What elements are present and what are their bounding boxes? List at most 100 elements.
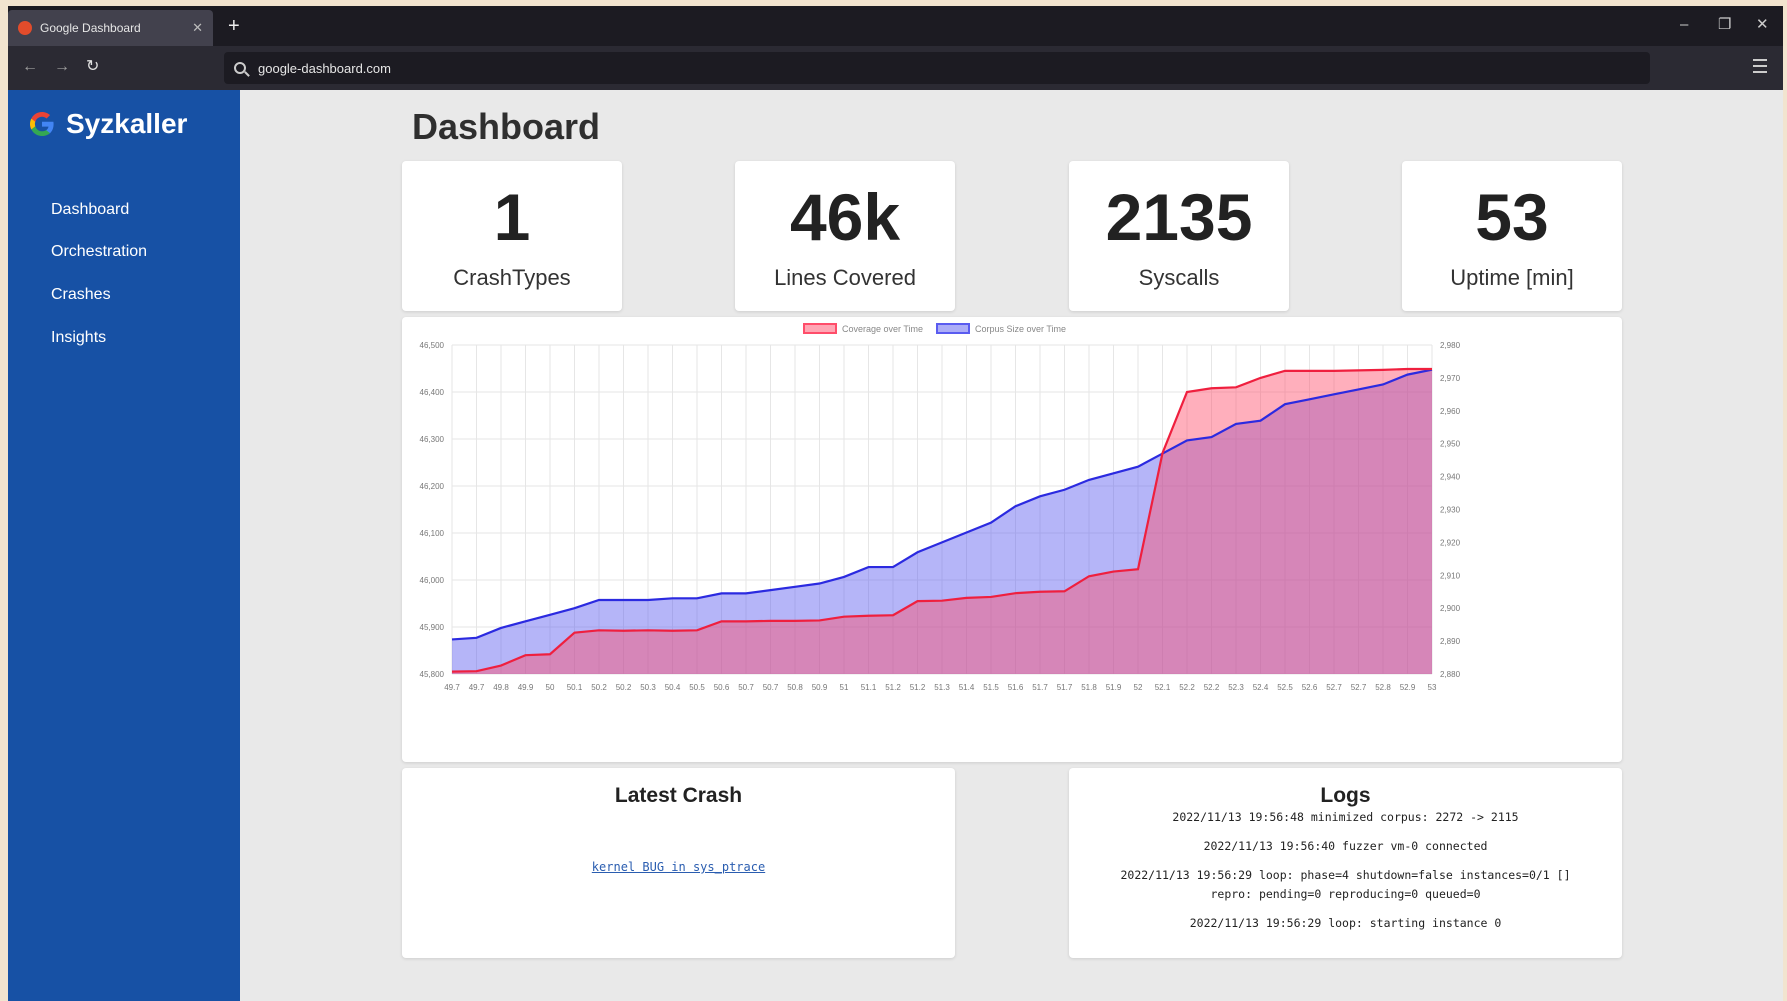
x-tick-label: 50.5 [689, 683, 705, 692]
x-tick-label: 52.2 [1179, 683, 1195, 692]
tab-title: Google Dashboard [40, 21, 141, 35]
stat-value: 53 [1475, 180, 1549, 254]
new-tab-icon[interactable]: + [228, 16, 240, 36]
latest-crash-title: Latest Crash [614, 784, 743, 807]
x-tick-label: 52.6 [1302, 683, 1318, 692]
log-line: 2022/11/13 19:56:40 fuzzer vm-0 connecte… [1203, 839, 1488, 853]
stat-card-syscalls: 2135 Syscalls [1069, 161, 1289, 311]
latest-crash-link[interactable]: kernel BUG in sys_ptrace [592, 860, 765, 874]
stat-value: 46k [789, 180, 901, 254]
y-right-tick-label: 2,970 [1440, 374, 1461, 383]
legend-label: Corpus Size over Time [975, 324, 1066, 334]
logs-title: Logs [1320, 784, 1371, 807]
stat-label: Uptime [min] [1450, 265, 1574, 290]
sidebar-item-insights[interactable]: Insights [51, 329, 106, 347]
brand-name: Syzkaller [66, 108, 188, 139]
x-tick-label: 51.4 [959, 683, 975, 692]
url-text: google-dashboard.com [258, 60, 391, 76]
x-tick-label: 49.7 [444, 683, 460, 692]
browser-tab[interactable]: Google Dashboard ✕ [8, 10, 213, 46]
x-tick-label: 50.4 [665, 683, 681, 692]
stat-label: Syscalls [1138, 265, 1220, 290]
x-tick-label: 49.9 [518, 683, 534, 692]
x-tick-label: 49.7 [469, 683, 485, 692]
y-left-tick-label: 46,000 [420, 576, 445, 585]
forward-icon[interactable]: → [54, 58, 70, 76]
stat-value: 1 [493, 180, 531, 254]
back-icon[interactable]: ← [22, 58, 38, 76]
nav-bar: ← → ↻ google-dashboard.com [8, 46, 1783, 90]
url-bar[interactable]: google-dashboard.com [224, 52, 1650, 84]
x-tick-label: 52.7 [1351, 683, 1367, 692]
x-tick-label: 50 [546, 683, 555, 692]
y-right-tick-label: 2,980 [1440, 341, 1461, 350]
legend-swatch [803, 323, 837, 334]
browser-window: Google Dashboard ✕ + – ❐ ✕ ← → ↻ google-… [8, 6, 1783, 1001]
x-tick-label: 51.1 [861, 683, 877, 692]
x-tick-label: 52.1 [1155, 683, 1171, 692]
x-tick-label: 52.4 [1253, 683, 1269, 692]
tab-close-icon[interactable]: ✕ [192, 20, 203, 36]
sidebar: Syzkaller Dashboard Orchestration Crashe… [8, 90, 240, 1001]
reload-icon[interactable]: ↻ [86, 58, 99, 76]
y-left-tick-label: 45,800 [420, 670, 445, 679]
x-tick-label: 50.2 [616, 683, 632, 692]
x-tick-label: 49.8 [493, 683, 509, 692]
stat-label: CrashTypes [453, 265, 571, 290]
y-right-tick-label: 2,960 [1440, 407, 1461, 416]
restore-icon[interactable]: ❐ [1718, 16, 1731, 34]
coverage-chart: 45,800 45,900 46,000 46,100 46,200 46,300 46,4… [420, 323, 1461, 692]
y-left-tick-label: 46,300 [420, 435, 445, 444]
y-left-tick-label: 46,100 [420, 529, 445, 538]
y-left-tick-label: 46,400 [420, 388, 445, 397]
google-logo-icon [30, 112, 54, 136]
y-left-tick-label: 45,900 [420, 623, 445, 632]
y-right-tick-label: 2,890 [1440, 637, 1461, 646]
x-tick-label: 50.8 [787, 683, 803, 692]
stat-card-uptime: 53 Uptime [min] [1402, 161, 1622, 311]
y-right-tick-label: 2,880 [1440, 670, 1461, 679]
x-tick-label: 51.8 [1081, 683, 1097, 692]
sidebar-item-dashboard[interactable]: Dashboard [51, 201, 129, 219]
x-tick-label: 51.5 [983, 683, 999, 692]
tab-bar: Google Dashboard ✕ + – ❐ ✕ [8, 6, 1783, 46]
menu-icon[interactable] [1753, 59, 1767, 73]
x-tick-label: 50.7 [738, 683, 754, 692]
y-left-tick-label: 46,500 [420, 341, 445, 350]
x-tick-label: 50.3 [640, 683, 656, 692]
y-right-tick-label: 2,910 [1440, 571, 1461, 580]
x-tick-label: 53 [1428, 683, 1437, 692]
stat-label: Lines Covered [774, 265, 916, 290]
sidebar-item-orchestration[interactable]: Orchestration [51, 243, 147, 261]
x-tick-label: 51 [840, 683, 849, 692]
minimize-icon[interactable]: – [1680, 16, 1688, 34]
y-right-tick-label: 2,900 [1440, 604, 1461, 613]
x-tick-label: 50.1 [567, 683, 583, 692]
x-tick-label: 52.3 [1228, 683, 1244, 692]
stat-card-lines-covered: 46k Lines Covered [735, 161, 955, 311]
x-tick-label: 50.7 [763, 683, 779, 692]
x-tick-label: 52.9 [1400, 683, 1416, 692]
sidebar-item-crashes[interactable]: Crashes [51, 286, 111, 304]
y-right-tick-label: 2,930 [1440, 506, 1461, 515]
x-tick-label: 51.7 [1057, 683, 1073, 692]
stat-value: 2135 [1105, 180, 1253, 254]
close-window-icon[interactable]: ✕ [1756, 16, 1769, 34]
legend-label: Coverage over Time [842, 324, 923, 334]
x-tick-label: 51.3 [934, 683, 950, 692]
favicon-icon [18, 21, 32, 35]
x-tick-label: 51.9 [1106, 683, 1122, 692]
legend-swatch [936, 323, 970, 334]
y-left-tick-label: 46,200 [420, 482, 445, 491]
logs-card: Logs 2022/11/13 19:56:48 minimized corpu… [1069, 768, 1622, 958]
y-right-tick-label: 2,940 [1440, 473, 1461, 482]
x-tick-label: 51.6 [1008, 683, 1024, 692]
x-tick-label: 52.5 [1277, 683, 1293, 692]
x-tick-label: 51.7 [1032, 683, 1048, 692]
brand[interactable]: Syzkaller [26, 108, 187, 140]
log-line: 2022/11/13 19:56:29 loop: phase=4 shutdo… [1120, 868, 1571, 901]
x-tick-label: 50.2 [591, 683, 607, 692]
x-tick-label: 52 [1134, 683, 1143, 692]
x-tick-label: 51.2 [885, 683, 901, 692]
log-line: 2022/11/13 19:56:29 loop: starting insta… [1189, 916, 1502, 930]
